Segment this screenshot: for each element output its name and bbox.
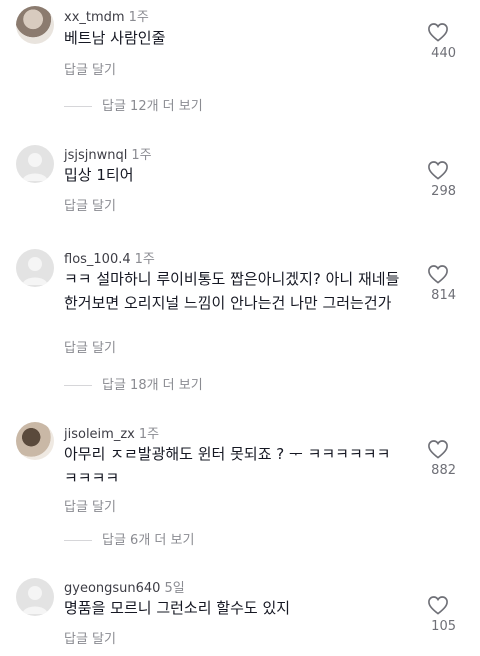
default-avatar-icon bbox=[22, 257, 48, 285]
reply-button[interactable]: 답글 달기 bbox=[64, 195, 116, 214]
comment-time: 1주 bbox=[128, 10, 149, 25]
heart-icon[interactable] bbox=[427, 439, 449, 459]
comment-text: 명품을 모르니 그런소리 할수도 있지 bbox=[64, 599, 291, 617]
username-text[interactable]: xx_tmdm bbox=[64, 10, 125, 25]
view-more-replies[interactable]: 답글 6개 더 보기 bbox=[64, 529, 194, 548]
view-replies-label[interactable]: 답글 12개 더 보기 bbox=[102, 99, 203, 114]
like-count: 105 bbox=[431, 619, 456, 634]
like-count: 882 bbox=[431, 463, 456, 478]
avatar[interactable] bbox=[16, 578, 54, 616]
view-more-replies[interactable]: 답글 12개 더 보기 bbox=[64, 95, 203, 114]
comment-text: 아무리 ㅈㄹ발광해도 윈터 못되죠 ? ᅮ ㅋㅋㅋㅋㅋㅋ ㅋㅋㅋㅋ bbox=[64, 445, 396, 487]
comment-text: 밉상 1티어 bbox=[64, 166, 134, 184]
default-avatar-icon bbox=[22, 153, 48, 181]
avatar[interactable] bbox=[16, 249, 54, 287]
avatar[interactable] bbox=[16, 6, 54, 44]
username-text[interactable]: jsjsjnwnql bbox=[64, 148, 127, 163]
divider-line bbox=[64, 540, 92, 541]
heart-icon[interactable] bbox=[427, 160, 449, 180]
divider-line bbox=[64, 106, 92, 107]
reply-button[interactable]: 답글 달기 bbox=[64, 337, 116, 356]
comment-username[interactable]: jisoleim_zx 1주 bbox=[64, 423, 159, 442]
like-button[interactable]: 882 bbox=[420, 439, 456, 478]
like-count: 440 bbox=[431, 46, 456, 61]
like-button[interactable]: 105 bbox=[420, 595, 456, 634]
username-text[interactable]: gyeongsun640 bbox=[64, 581, 160, 596]
heart-icon[interactable] bbox=[427, 22, 449, 42]
view-replies-label[interactable]: 답글 18개 더 보기 bbox=[102, 378, 203, 393]
comment-text: 베트남 사람인줄 bbox=[64, 29, 166, 47]
reply-button[interactable]: 답글 달기 bbox=[64, 59, 116, 78]
heart-icon[interactable] bbox=[427, 595, 449, 615]
like-button[interactable]: 814 bbox=[420, 264, 456, 303]
default-avatar-icon bbox=[22, 586, 48, 614]
comment-time: 1주 bbox=[138, 427, 160, 442]
comment-text: ㅋㅋ 설마하니 루이비통도 짭은아니겠지? 아니 재네들 한거보면 오리지널 느… bbox=[64, 270, 405, 312]
like-button[interactable]: 440 bbox=[420, 22, 456, 61]
username-text[interactable]: jisoleim_zx bbox=[64, 427, 135, 442]
reply-button[interactable]: 답글 달기 bbox=[64, 628, 116, 647]
avatar[interactable] bbox=[16, 145, 54, 183]
like-count: 814 bbox=[431, 288, 456, 303]
avatar[interactable] bbox=[16, 422, 54, 460]
like-button[interactable]: 298 bbox=[420, 160, 456, 199]
comment-time: 5일 bbox=[164, 581, 185, 596]
divider-line bbox=[64, 385, 92, 386]
view-replies-label[interactable]: 답글 6개 더 보기 bbox=[102, 533, 194, 548]
comment-username[interactable]: jsjsjnwnql 1주 bbox=[64, 144, 152, 163]
view-more-replies[interactable]: 답글 18개 더 보기 bbox=[64, 374, 203, 393]
comment-username[interactable]: gyeongsun640 5일 bbox=[64, 577, 185, 596]
like-count: 298 bbox=[431, 184, 456, 199]
comment-time: 1주 bbox=[131, 148, 152, 163]
comment-username[interactable]: xx_tmdm 1주 bbox=[64, 6, 149, 25]
username-text[interactable]: flos_100.4 bbox=[64, 252, 131, 267]
heart-icon[interactable] bbox=[427, 264, 449, 284]
comment-time: 1주 bbox=[134, 252, 155, 267]
comment-username[interactable]: flos_100.4 1주 bbox=[64, 248, 155, 267]
reply-button[interactable]: 답글 달기 bbox=[64, 496, 116, 515]
